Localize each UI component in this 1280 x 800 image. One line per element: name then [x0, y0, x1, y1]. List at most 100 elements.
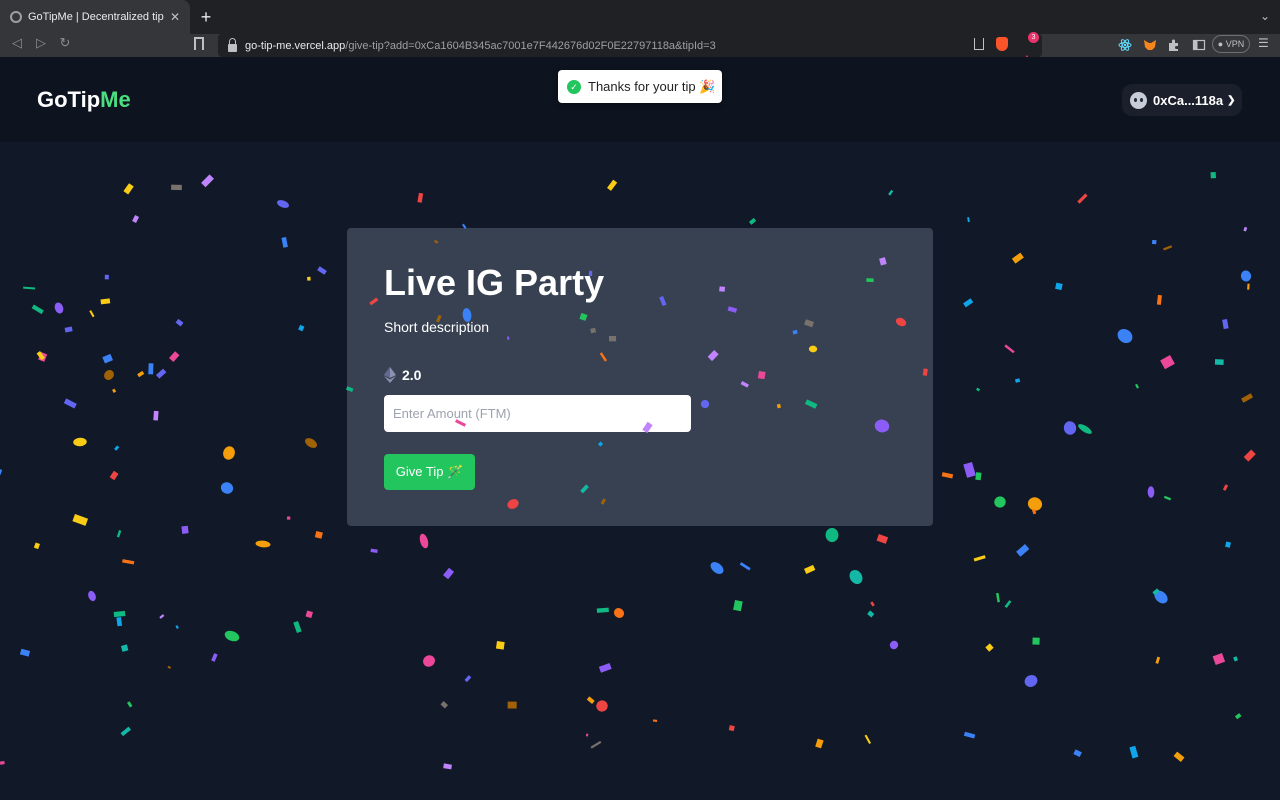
confetti-piece	[586, 696, 595, 705]
confetti-piece	[19, 648, 31, 657]
metamask-icon[interactable]	[1143, 38, 1157, 52]
confetti-piece	[1024, 675, 1038, 687]
chevron-down-icon: ❯	[1227, 94, 1236, 106]
browser-menu-icon[interactable]: ☰	[1258, 36, 1269, 50]
confetti-piece	[286, 516, 291, 520]
confetti-piece	[963, 298, 974, 308]
confetti-piece	[804, 564, 816, 574]
browser-toolbar: ◁ ▷ ↻ go-tip-me.vercel.app/give-tip?add=…	[0, 32, 1280, 67]
confetti-piece	[1222, 318, 1229, 330]
tip-card: Live IG Party Short description 2.0 Give…	[347, 228, 933, 526]
confetti-piece	[113, 610, 126, 618]
confetti-piece	[137, 370, 145, 378]
confetti-piece	[1247, 283, 1250, 290]
confetti-piece	[1163, 495, 1172, 501]
brave-rewards-icon[interactable]: 3	[1020, 32, 1039, 67]
confetti-piece	[607, 179, 618, 191]
confetti-piece	[122, 559, 135, 565]
wallet-button[interactable]: 0xCa...118a ❯	[1122, 84, 1242, 116]
confetti-piece	[1078, 424, 1092, 434]
confetti-piece	[849, 569, 863, 585]
confetti-piece	[1173, 751, 1185, 762]
confetti-piece	[112, 388, 117, 393]
confetti-piece	[211, 653, 218, 662]
confetti-piece	[815, 738, 824, 749]
sidebar-icon[interactable]	[1192, 38, 1206, 52]
confetti-piece	[423, 655, 435, 667]
address-bar[interactable]: go-tip-me.vercel.app/give-tip?add=0xCa16…	[218, 32, 1042, 67]
ethereum-icon	[384, 367, 396, 383]
confetti-piece	[305, 438, 317, 448]
confetti-piece	[123, 183, 134, 195]
confetti-piece	[590, 740, 602, 749]
confetti-piece	[1129, 745, 1139, 759]
confetti-piece	[864, 734, 872, 744]
confetti-piece	[1016, 544, 1030, 557]
confetti-piece	[1155, 656, 1161, 664]
forward-icon[interactable]: ▷	[32, 35, 50, 51]
confetti-piece	[1151, 239, 1157, 245]
new-tab-button[interactable]: +	[196, 7, 216, 27]
confetti-piece	[941, 472, 954, 479]
confetti-piece	[417, 192, 424, 203]
reload-icon[interactable]: ↻	[56, 35, 74, 51]
browser-tab-bar: GoTipMe | Decentralized tips ✕ + ⌄	[0, 0, 1280, 34]
lock-icon	[228, 37, 237, 52]
confetti-piece	[1073, 749, 1082, 758]
confetti-piece	[585, 733, 589, 737]
vpn-button[interactable]: ● VPN	[1212, 35, 1250, 53]
confetti-piece	[1222, 484, 1229, 491]
confetti-piece	[1055, 282, 1063, 291]
share-icon[interactable]	[974, 38, 984, 50]
confetti-piece	[73, 437, 87, 447]
brave-shields-icon[interactable]	[996, 37, 1008, 51]
extensions-icon[interactable]	[1167, 38, 1181, 52]
close-tab-icon[interactable]: ✕	[170, 10, 180, 24]
confetti-piece	[0, 469, 3, 475]
confetti-piece	[733, 600, 743, 612]
confetti-piece	[710, 562, 724, 574]
confetti-piece	[1152, 588, 1160, 596]
confetti-piece	[652, 719, 658, 722]
react-devtools-icon[interactable]	[1118, 38, 1132, 52]
confetti-piece	[994, 496, 1006, 508]
amount-input[interactable]	[384, 395, 691, 432]
confetti-piece	[36, 351, 45, 361]
tab-search-chevron-icon[interactable]: ⌄	[1260, 9, 1270, 23]
confetti-piece	[171, 184, 182, 191]
confetti-piece	[967, 217, 970, 223]
confetti-piece	[1147, 486, 1155, 498]
confetti-piece	[104, 274, 109, 280]
confetti-piece	[293, 620, 302, 634]
confetti-piece	[1011, 252, 1024, 264]
confetti-piece	[1241, 393, 1254, 403]
confetti-piece	[33, 542, 41, 550]
confetti-piece	[976, 387, 981, 392]
confetti-piece	[63, 398, 77, 409]
confetti-piece	[132, 214, 140, 223]
confetti-piece	[88, 590, 96, 602]
back-icon[interactable]: ◁	[8, 35, 26, 51]
confetti-piece	[100, 298, 111, 305]
confetti-piece	[1163, 245, 1173, 251]
url-text: go-tip-me.vercel.app/give-tip?add=0xCa16…	[245, 39, 716, 52]
confetti-piece	[298, 324, 305, 332]
confetti-piece	[305, 610, 313, 619]
confetti-piece	[317, 266, 327, 275]
site-logo[interactable]: GoTipMe	[37, 87, 131, 113]
confetti-piece	[64, 326, 73, 333]
browser-tab[interactable]: GoTipMe | Decentralized tips ✕	[0, 0, 190, 34]
confetti-piece	[116, 529, 122, 538]
confetti-piece	[220, 482, 234, 494]
confetti-piece	[370, 548, 378, 553]
tip-amount: 2.0	[384, 367, 421, 383]
confetti-piece	[1154, 590, 1168, 604]
globe-icon	[10, 11, 22, 23]
confetti-piece	[72, 514, 89, 526]
confetti-piece	[996, 592, 1000, 603]
give-tip-button[interactable]: Give Tip 🪄	[384, 454, 475, 490]
bookmark-icon[interactable]	[194, 37, 204, 50]
wallet-address: 0xCa...118a	[1153, 92, 1224, 108]
confetti-piece	[1214, 359, 1224, 365]
confetti-piece	[973, 555, 986, 562]
